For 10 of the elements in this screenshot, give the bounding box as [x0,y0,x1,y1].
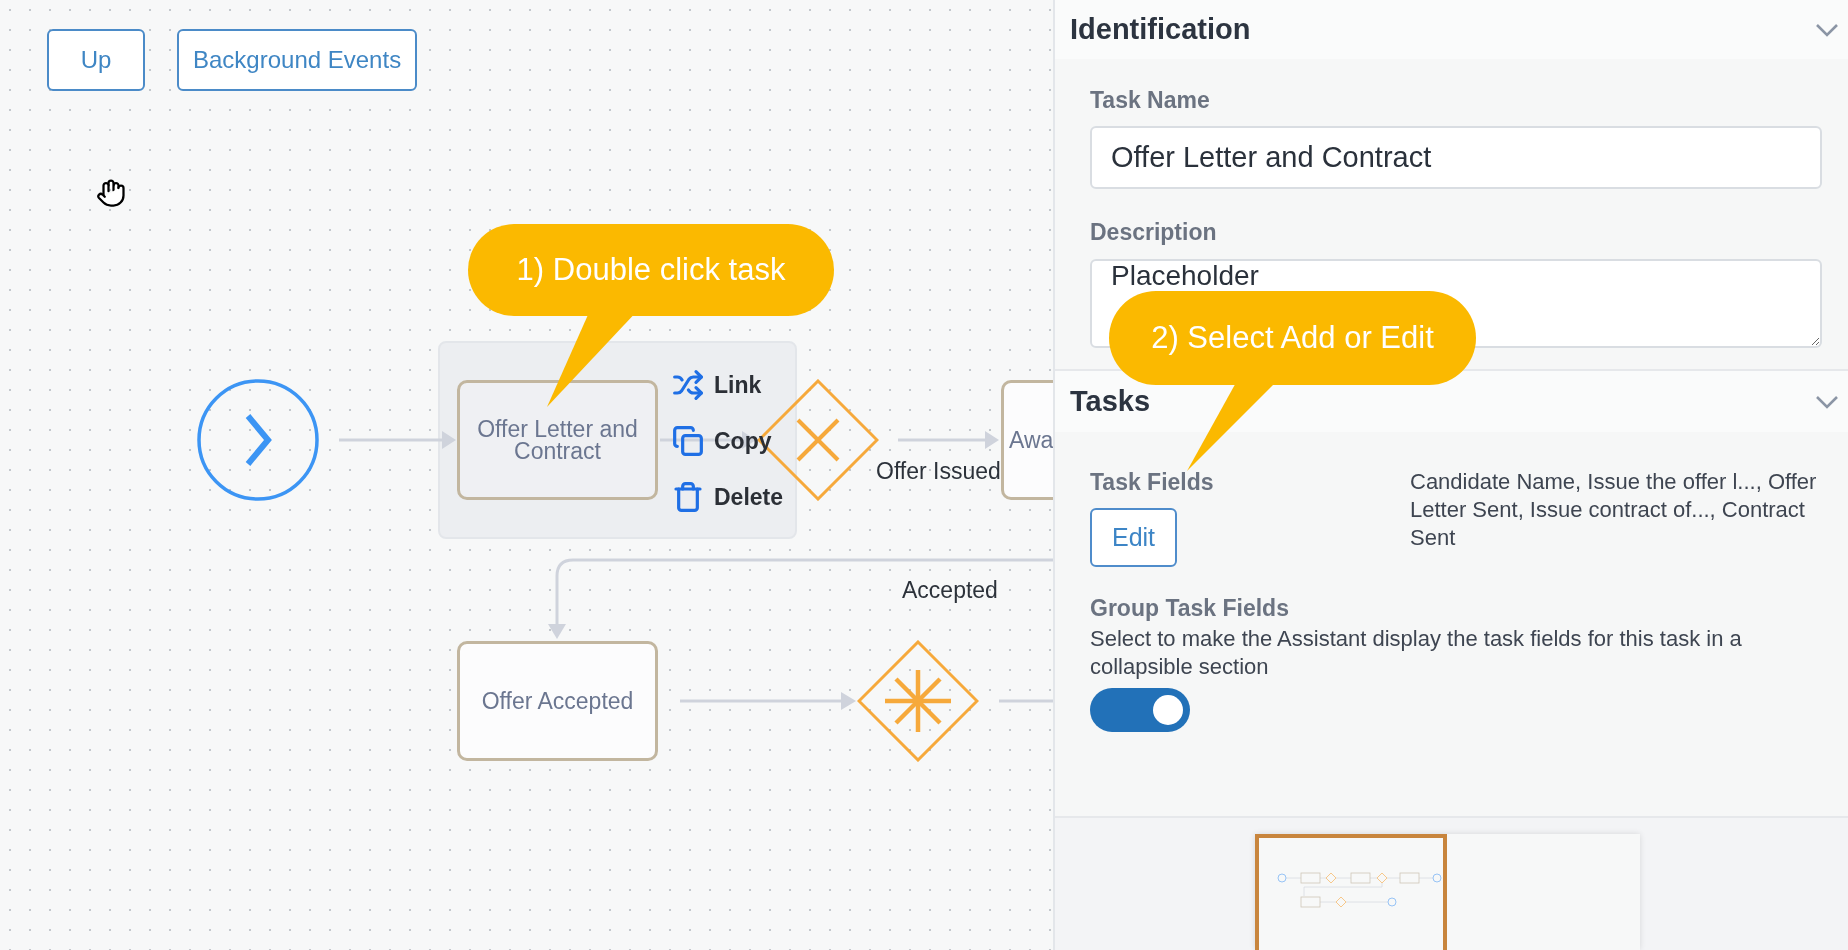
section-title: Identification [1070,11,1251,47]
field-description: Select to make the Assistant display the task fields for this task in a collapsible section [1090,625,1743,681]
edge-label: Offer Issued [876,458,1001,484]
field-label: Group Task Fields [1090,596,1290,620]
task-fields-summary: Candidate Name, Issue the offer l..., Offer Letter Sent, Issue contract of..., Contract Sent [1410,468,1818,552]
field-label: Task Fields [1090,470,1214,494]
field-label: Description [1090,220,1218,244]
edge-label: Accepted [902,577,998,603]
field-label: Task Name [1090,88,1211,112]
section-title: Tasks [1070,383,1151,419]
